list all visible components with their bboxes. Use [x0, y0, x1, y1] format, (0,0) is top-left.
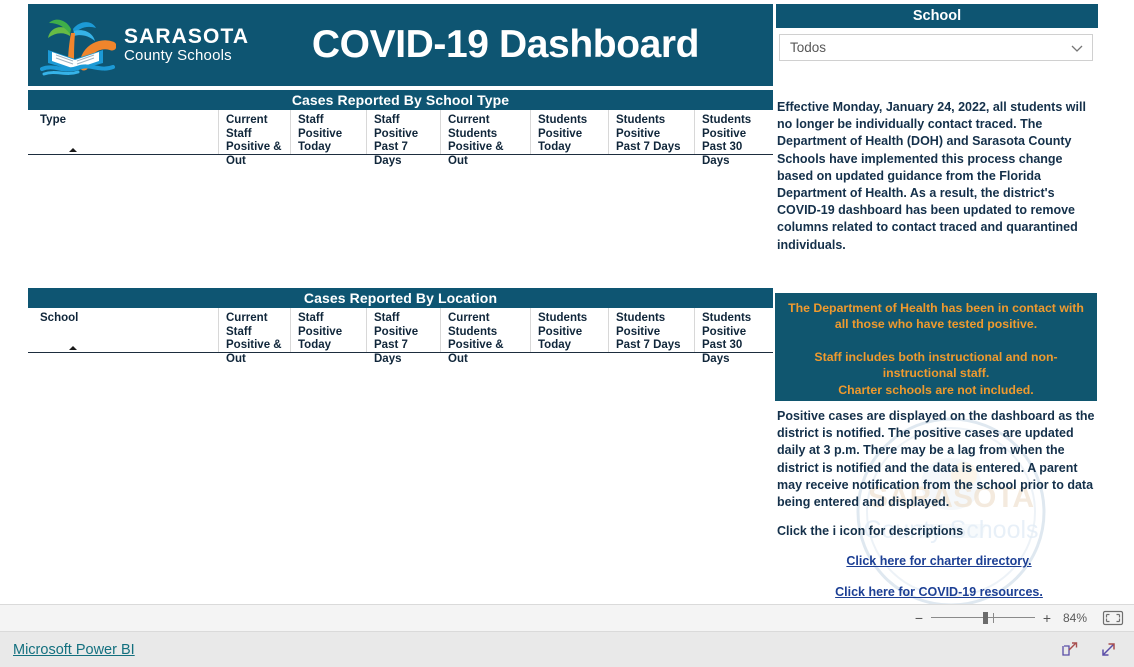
column-header-current-staff-positive-out[interactable]: Current Staff Positive & Out: [226, 114, 286, 168]
column-header-students-positive-past-30-days[interactable]: Students Positive Past 30 Days: [702, 312, 768, 366]
zoom-slider-thumb[interactable]: [983, 612, 988, 624]
slicer-title-school: School: [776, 4, 1098, 28]
column-header-current-students-positive-out[interactable]: Current Students Positive & Out: [448, 114, 522, 168]
zoom-slider[interactable]: [931, 611, 1035, 625]
highlight-charter-excluded: Charter schools are not included.: [838, 382, 1034, 397]
zoom-in-button[interactable]: +: [1040, 610, 1054, 626]
column-header-students-positive-past-30-days[interactable]: Students Positive Past 30 Days: [702, 114, 768, 168]
column-header-school[interactable]: School: [40, 312, 190, 326]
column-header-students-positive-today[interactable]: Students Positive Today: [538, 312, 604, 353]
column-header-current-students-positive-out[interactable]: Current Students Positive & Out: [448, 312, 522, 366]
bottom-bar-actions: [1061, 640, 1134, 659]
column-header-staff-positive-past-7-days[interactable]: Staff Positive Past 7 Days: [374, 114, 436, 168]
chevron-down-icon: [1071, 45, 1083, 52]
share-icon[interactable]: [1061, 640, 1080, 659]
column-header-staff-positive-today[interactable]: Staff Positive Today: [298, 312, 360, 353]
zoom-level-label: 84%: [1062, 611, 1088, 625]
table-title-school-type: Cases Reported By School Type: [28, 90, 773, 110]
logo-line-sarasota: SARASOTA: [124, 25, 250, 49]
dashboard-header-banner: SARASOTA County Schools COVID-19 Dashboa…: [28, 4, 773, 86]
microsoft-power-bi-link[interactable]: Microsoft Power BI: [13, 642, 135, 658]
ascending-sort-triangle-icon: [69, 148, 77, 152]
ascending-sort-triangle-icon: [69, 346, 77, 350]
zoom-slider-notch: [993, 613, 994, 623]
fit-to-screen-icon[interactable]: [1102, 610, 1124, 626]
link-covid-resources[interactable]: Click here for COVID-19 resources.: [777, 585, 1101, 599]
column-header-type[interactable]: Type: [40, 114, 190, 128]
district-logo: SARASOTA County Schools: [28, 10, 268, 80]
school-slicer-value: Todos: [790, 40, 827, 55]
column-header-students-positive-past-7-days[interactable]: Students Positive Past 7 Days: [616, 114, 684, 155]
table-title-location: Cases Reported By Location: [28, 288, 773, 308]
table-header-row-location: School Current Staff Positive & Out Staf…: [28, 308, 773, 365]
table-cases-by-school-type: Cases Reported By School Type Type Curre…: [28, 90, 773, 275]
highlight-doh-contact: The Department of Health has been in con…: [788, 301, 1084, 332]
column-header-students-positive-past-7-days[interactable]: Students Positive Past 7 Days: [616, 312, 684, 353]
district-logo-text: SARASOTA County Schools: [124, 26, 249, 64]
table-body-school-type: [28, 155, 773, 275]
zoom-status-bar: − + 84%: [0, 604, 1134, 632]
link-charter-directory[interactable]: Click here for charter directory.: [777, 554, 1101, 568]
column-header-staff-positive-today[interactable]: Staff Positive Today: [298, 114, 360, 155]
page-title: COVID-19 Dashboard: [311, 23, 700, 66]
palm-tree-book-logo-icon: [40, 19, 116, 76]
report-canvas: SARASOTA County Schools SARASOTA County …: [0, 0, 1134, 604]
zoom-out-button[interactable]: −: [912, 610, 926, 626]
bottom-action-bar: Microsoft Power BI: [0, 632, 1134, 667]
column-header-staff-positive-past-7-days[interactable]: Staff Positive Past 7 Days: [374, 312, 436, 366]
column-header-current-staff-positive-out[interactable]: Current Staff Positive & Out: [226, 312, 286, 366]
fullscreen-expand-icon[interactable]: [1099, 640, 1118, 659]
highlight-callout-box: The Department of Health has been in con…: [775, 293, 1097, 401]
table-header-row-school-type: Type Current Staff Positive & Out Staff …: [28, 110, 773, 167]
school-slicer-dropdown[interactable]: Todos: [779, 34, 1093, 61]
info-icon-instruction: Click the i icon for descriptions: [777, 524, 964, 538]
table-body-location: [28, 353, 773, 597]
logo-line-county-schools: County Schools: [124, 47, 232, 65]
positive-cases-note: Positive cases are displayed on the dash…: [777, 409, 1095, 510]
contact-tracing-notice: Effective Monday, January 24, 2022, all …: [777, 100, 1086, 252]
column-header-students-positive-today[interactable]: Students Positive Today: [538, 114, 604, 155]
table-cases-by-location: Cases Reported By Location School Curren…: [28, 288, 773, 598]
highlight-staff-includes: Staff includes both instructional and no…: [814, 349, 1058, 381]
